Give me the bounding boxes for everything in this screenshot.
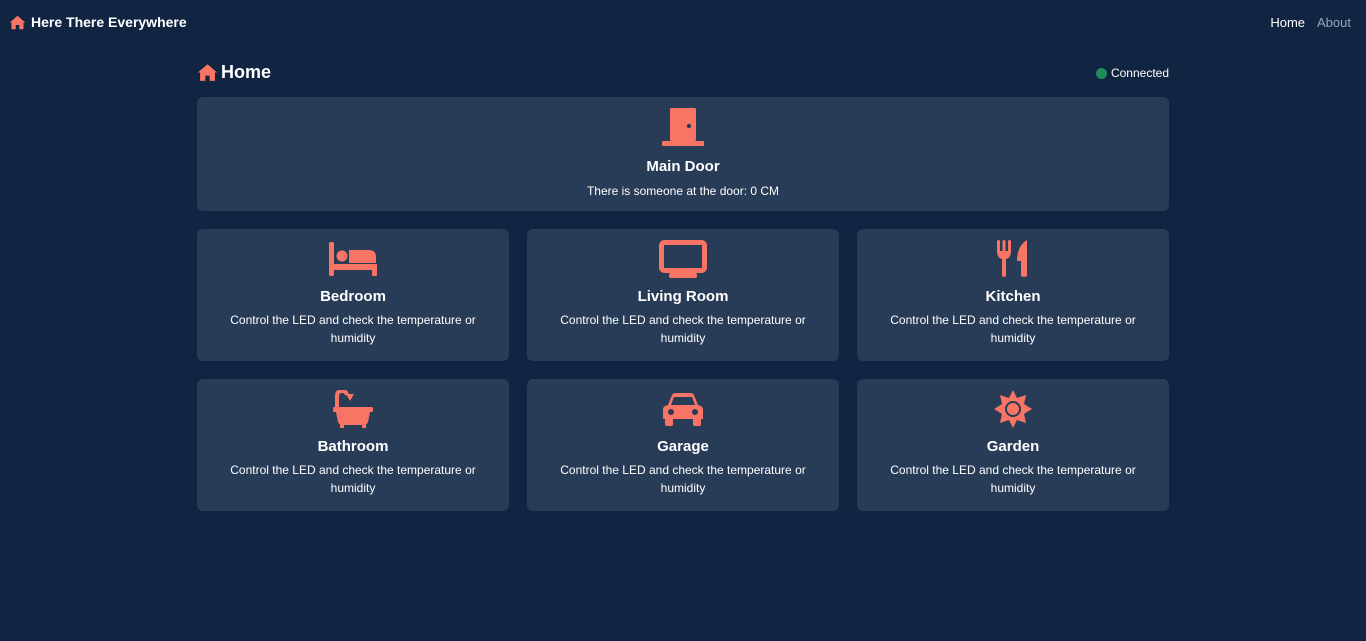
bed-icon [329,242,377,276]
status-dot-icon [1095,67,1107,79]
room-description: Control the LED and check the temperatur… [230,313,476,345]
page-title-wrap: Home [197,62,271,83]
main-door-card[interactable]: Main Door There is someone at the door: … [197,97,1169,211]
utensils-icon [997,240,1027,277]
nav-link-home[interactable]: Home [1270,15,1305,30]
sun-icon-wrap [857,389,1169,429]
room-title: Bathroom [317,438,389,455]
sun-icon [994,390,1032,428]
room-card-bedroom[interactable]: Bedroom Control the LED and check the te… [197,229,509,361]
utensils-icon-wrap [857,239,1169,279]
room-description: Control the LED and check the temperatur… [560,313,806,345]
home-icon [9,15,26,29]
rooms-grid: Bedroom Control the LED and check the te… [197,229,1169,511]
bath-icon [333,390,373,428]
room-card-garage[interactable]: Garage Control the LED and check the tem… [527,379,839,511]
door-icon-wrap [197,107,1169,147]
bed-icon-wrap [197,239,509,279]
room-title: Kitchen [985,288,1041,305]
navbar: Here There Everywhere Home About [0,0,1366,44]
room-description: Control the LED and check the temperatur… [890,313,1136,345]
room-description: Control the LED and check the temperatur… [230,463,476,495]
room-title: Bedroom [320,288,386,305]
brand-name: Here There Everywhere [31,14,187,30]
connection-status: Connected [1095,66,1169,80]
main-content: Home Connected Main Door There is someon… [197,58,1169,511]
status-text: Connected [1110,66,1169,80]
page-title: Home [221,61,272,82]
car-icon-wrap [527,389,839,429]
brand-link[interactable]: Here There Everywhere [9,14,187,30]
door-title: Main Door [646,158,720,175]
room-title: Garden [986,438,1040,455]
room-card-kitchen[interactable]: Kitchen Control the LED and check the te… [857,229,1169,361]
room-title: Living Room [637,288,729,305]
room-description: Control the LED and check the temperatur… [890,463,1136,495]
tv-icon [659,240,707,278]
car-icon [663,393,703,426]
room-description: Control the LED and check the temperatur… [560,463,806,495]
room-card-garden[interactable]: Garden Control the LED and check the tem… [857,379,1169,511]
room-title: Garage [657,438,709,455]
nav-links: Home About [1270,15,1351,30]
tv-icon-wrap [527,239,839,279]
bath-icon-wrap [197,389,509,429]
door-description: There is someone at the door: 0 CM [586,184,780,198]
door-icon [662,108,704,146]
room-card-living-room[interactable]: Living Room Control the LED and check th… [527,229,839,361]
page-header: Home Connected [197,58,1169,86]
nav-link-about[interactable]: About [1317,15,1351,30]
room-card-bathroom[interactable]: Bathroom Control the LED and check the t… [197,379,509,511]
home-icon [197,63,218,81]
